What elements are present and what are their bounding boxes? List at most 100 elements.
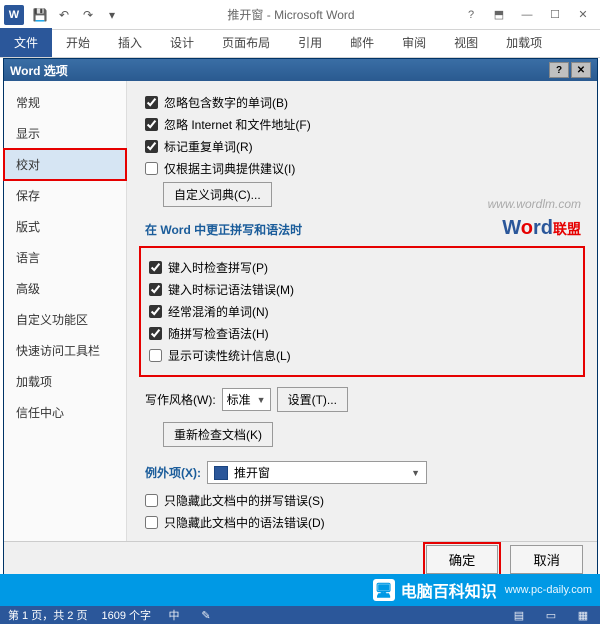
- option-confused-words[interactable]: 经常混淆的单词(N): [149, 303, 575, 320]
- option-label: 忽略包含数字的单词(B): [164, 94, 288, 111]
- dialog-titlebar: Word 选项 ? ✕: [4, 59, 597, 81]
- watermark-url: www.wordlm.com: [488, 197, 581, 211]
- option-mark-grammar-typing[interactable]: 键入时标记语法错误(M): [149, 281, 575, 298]
- tab-design[interactable]: 设计: [156, 28, 208, 57]
- ok-button[interactable]: 确定: [426, 545, 499, 574]
- checkbox[interactable]: [149, 349, 162, 362]
- option-label: 显示可读性统计信息(L): [168, 347, 291, 364]
- options-main-panel: 忽略包含数字的单词(B) 忽略 Internet 和文件地址(F) 标记重复单词…: [127, 81, 597, 541]
- sidebar-item-general[interactable]: 常规: [4, 87, 126, 118]
- option-label: 标记重复单词(R): [164, 138, 253, 155]
- watermark-logo: Word联盟: [502, 217, 581, 240]
- view-print-layout-icon[interactable]: ▤: [510, 609, 528, 622]
- sidebar-item-quick-access[interactable]: 快速访问工具栏: [4, 335, 126, 366]
- option-label: 经常混淆的单词(N): [168, 303, 269, 320]
- undo-icon[interactable]: ↶: [53, 4, 75, 26]
- monitor-icon: 🖥: [373, 579, 395, 601]
- option-hide-spelling-this-doc[interactable]: 只隐藏此文档中的拼写错误(S): [145, 492, 585, 509]
- option-readability-stats[interactable]: 显示可读性统计信息(L): [149, 347, 575, 364]
- option-check-spelling-typing[interactable]: 键入时检查拼写(P): [149, 259, 575, 276]
- sidebar-item-save[interactable]: 保存: [4, 180, 126, 211]
- option-label: 键入时标记语法错误(M): [168, 281, 294, 298]
- word-app-icon: W: [4, 5, 24, 25]
- checkbox[interactable]: [145, 162, 158, 175]
- tab-addins[interactable]: 加载项: [492, 28, 556, 57]
- ad-site-url: www.pc-daily.com: [505, 584, 592, 596]
- quick-access-toolbar: W 💾 ↶ ↷ ▾ 推开窗 - Microsoft Word ? ⬒ — ☐ ✕: [0, 0, 600, 30]
- checkbox[interactable]: [145, 118, 158, 131]
- option-hide-grammar-this-doc[interactable]: 只隐藏此文档中的语法错误(D): [145, 514, 585, 531]
- option-ignore-internet[interactable]: 忽略 Internet 和文件地址(F): [145, 116, 585, 133]
- minimize-icon[interactable]: —: [514, 4, 540, 26]
- save-icon[interactable]: 💾: [29, 4, 51, 26]
- tab-review[interactable]: 审阅: [388, 28, 440, 57]
- tab-insert[interactable]: 插入: [104, 28, 156, 57]
- dialog-title-text: Word 选项: [10, 62, 68, 79]
- checkbox[interactable]: [149, 327, 162, 340]
- checkbox[interactable]: [145, 140, 158, 153]
- sidebar-item-advanced[interactable]: 高级: [4, 273, 126, 304]
- sidebar-item-trust-center[interactable]: 信任中心: [4, 397, 126, 428]
- status-page[interactable]: 第 1 页，共 2 页: [8, 607, 87, 623]
- checkbox[interactable]: [149, 261, 162, 274]
- chevron-down-icon: ▼: [411, 468, 420, 478]
- sidebar-item-display[interactable]: 显示: [4, 118, 126, 149]
- proofing-errors-icon[interactable]: ✎: [197, 609, 215, 622]
- close-icon[interactable]: ✕: [570, 4, 596, 26]
- option-label: 随拼写检查语法(H): [168, 325, 269, 342]
- redo-icon[interactable]: ↷: [77, 4, 99, 26]
- writing-style-label: 写作风格(W):: [145, 391, 216, 408]
- tab-home[interactable]: 开始: [52, 28, 104, 57]
- sidebar-item-layout[interactable]: 版式: [4, 211, 126, 242]
- ad-banner: 🖥 电脑百科知识 www.pc-daily.com: [0, 574, 600, 606]
- recheck-document-button[interactable]: 重新检查文档(K): [163, 422, 273, 447]
- option-label: 只隐藏此文档中的拼写错误(S): [164, 492, 324, 509]
- tab-layout[interactable]: 页面布局: [208, 28, 284, 57]
- exceptions-document-select[interactable]: 推开窗 ▼: [207, 461, 427, 484]
- select-value: 推开窗: [234, 464, 270, 481]
- chevron-down-icon: ▼: [257, 395, 266, 405]
- option-main-dict-only[interactable]: 仅根据主词典提供建议(I): [145, 160, 585, 177]
- sidebar-item-customize-ribbon[interactable]: 自定义功能区: [4, 304, 126, 335]
- option-label: 忽略 Internet 和文件地址(F): [164, 116, 311, 133]
- checkbox[interactable]: [149, 283, 162, 296]
- custom-dictionaries-button[interactable]: 自定义词典(C)...: [163, 182, 272, 207]
- checkbox[interactable]: [145, 96, 158, 109]
- options-sidebar: 常规 显示 校对 保存 版式 语言 高级 自定义功能区 快速访问工具栏 加载项 …: [4, 81, 127, 541]
- maximize-icon[interactable]: ☐: [542, 4, 568, 26]
- window-title: 推开窗 - Microsoft Word: [124, 6, 458, 23]
- view-web-layout-icon[interactable]: ▦: [574, 609, 592, 622]
- sidebar-item-proofing[interactable]: 校对: [4, 149, 126, 180]
- file-tab[interactable]: 文件: [0, 28, 52, 57]
- tab-references[interactable]: 引用: [284, 28, 336, 57]
- ribbon-tabs: 文件 开始 插入 设计 页面布局 引用 邮件 审阅 视图 加载项: [0, 30, 600, 58]
- option-flag-repeated[interactable]: 标记重复单词(R): [145, 138, 585, 155]
- ad-site-name: 电脑百科知识: [401, 578, 497, 602]
- dialog-help-icon[interactable]: ?: [549, 62, 569, 78]
- checkbox[interactable]: [149, 305, 162, 318]
- help-icon[interactable]: ?: [458, 4, 484, 26]
- option-ignore-numbers[interactable]: 忽略包含数字的单词(B): [145, 94, 585, 111]
- option-label: 仅根据主词典提供建议(I): [164, 160, 295, 177]
- cancel-button[interactable]: 取消: [510, 545, 583, 574]
- sidebar-item-addins[interactable]: 加载项: [4, 366, 126, 397]
- option-label: 只隐藏此文档中的语法错误(D): [164, 514, 325, 531]
- writing-style-settings-button[interactable]: 设置(T)...: [277, 387, 348, 412]
- status-language-icon[interactable]: 中: [165, 607, 183, 623]
- ribbon-display-icon[interactable]: ⬒: [486, 4, 512, 26]
- dialog-close-icon[interactable]: ✕: [571, 62, 591, 78]
- checkbox[interactable]: [145, 494, 158, 507]
- exceptions-label: 例外项(X):: [145, 464, 201, 481]
- sidebar-item-language[interactable]: 语言: [4, 242, 126, 273]
- tab-view[interactable]: 视图: [440, 28, 492, 57]
- qat-customize-icon[interactable]: ▾: [101, 4, 123, 26]
- checkbox[interactable]: [145, 516, 158, 529]
- grammar-options-group: 键入时检查拼写(P) 键入时标记语法错误(M) 经常混淆的单词(N) 随拼写检查…: [139, 246, 585, 377]
- option-label: 键入时检查拼写(P): [168, 259, 268, 276]
- status-word-count[interactable]: 1609 个字: [101, 607, 151, 623]
- view-read-mode-icon[interactable]: ▭: [542, 609, 560, 622]
- writing-style-select[interactable]: 标准 ▼: [222, 388, 271, 411]
- option-check-grammar-with-spelling[interactable]: 随拼写检查语法(H): [149, 325, 575, 342]
- select-value: 标准: [227, 391, 251, 408]
- tab-mailings[interactable]: 邮件: [336, 28, 388, 57]
